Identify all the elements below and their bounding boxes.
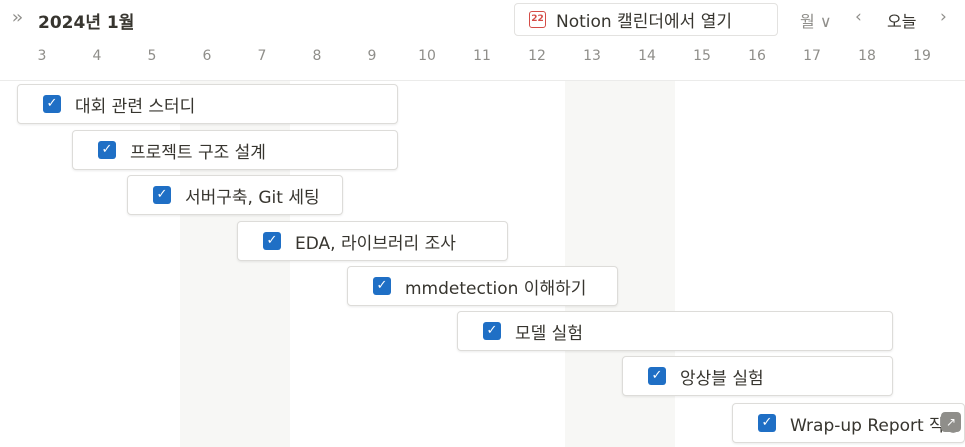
task-title: 대회 관련 스터디 [75, 96, 196, 117]
checkmark-icon[interactable]: ✓ [43, 95, 61, 113]
day-label: 5 [147, 48, 157, 64]
day-label: 6 [202, 48, 212, 64]
open-in-calendar-button[interactable]: 22 Notion 캘린더에서 열기 [514, 3, 778, 36]
task-title: 모델 실험 [515, 323, 583, 344]
timeline-task[interactable]: ✓ Wrap-up Report 작성 [732, 403, 965, 443]
checkmark-icon[interactable]: ✓ [373, 277, 391, 295]
checkmark-icon[interactable]: ✓ [153, 186, 171, 204]
checkmark-icon[interactable]: ✓ [263, 232, 281, 250]
day-label: 14 [638, 48, 656, 64]
double-chevron-right-icon[interactable]: ›› [5, 7, 27, 31]
chevron-left-icon[interactable]: ‹ [855, 7, 862, 27]
day-label: 16 [748, 48, 766, 64]
timeline-task[interactable]: ✓ EDA, 라이브러리 조사 [237, 221, 508, 261]
open-in-calendar-label: Notion 캘린더에서 열기 [556, 12, 732, 32]
day-label: 19 [913, 48, 931, 64]
task-title: mmdetection 이해하기 [405, 278, 587, 299]
day-label: 10 [418, 48, 436, 64]
day-label: 7 [257, 48, 267, 64]
day-label: 4 [92, 48, 102, 64]
timeline-task[interactable]: ✓ 서버구축, Git 세팅 [127, 175, 343, 215]
task-title: 서버구축, Git 세팅 [185, 187, 320, 208]
day-label: 12 [528, 48, 546, 64]
view-mode-label: 월 [800, 12, 815, 31]
chevron-down-icon: ∨ [819, 12, 832, 31]
task-title: 프로젝트 구조 설계 [130, 142, 266, 163]
view-mode-select[interactable]: 월 ∨ [800, 8, 832, 32]
checkmark-icon[interactable]: ✓ [483, 322, 501, 340]
task-title: Wrap-up Report 작성 [790, 415, 961, 436]
today-button[interactable]: 오늘 [887, 8, 916, 32]
day-label: 17 [803, 48, 821, 64]
open-page-icon[interactable]: ↗ [941, 412, 961, 432]
chevron-right-icon[interactable]: › [940, 7, 947, 27]
day-label: 15 [693, 48, 711, 64]
task-title: EDA, 라이브러리 조사 [295, 233, 456, 254]
checkmark-icon[interactable]: ✓ [648, 367, 666, 385]
calendar-22-icon: 22 [529, 11, 546, 28]
day-label: 9 [367, 48, 377, 64]
month-title: 2024년 1월 [38, 13, 135, 33]
checkmark-icon[interactable]: ✓ [758, 414, 776, 432]
header-divider [0, 80, 965, 81]
checkmark-icon[interactable]: ✓ [98, 141, 116, 159]
timeline-task[interactable]: ✓ 모델 실험 [457, 311, 893, 351]
calendar-header: ›› 2024년 1월 22 Notion 캘린더에서 열기 월 ∨ ‹ 오늘 … [0, 0, 965, 40]
task-title: 앙상블 실험 [680, 368, 764, 389]
day-label: 8 [312, 48, 322, 64]
timeline-task[interactable]: ✓ 대회 관련 스터디 [17, 84, 398, 124]
day-label: 18 [858, 48, 876, 64]
timeline-task[interactable]: ✓ mmdetection 이해하기 [347, 266, 618, 306]
timeline-task[interactable]: ✓ 프로젝트 구조 설계 [72, 130, 398, 170]
day-label: 11 [473, 48, 491, 64]
day-label: 13 [583, 48, 601, 64]
timeline-task[interactable]: ✓ 앙상블 실험 [622, 356, 893, 396]
day-label: 3 [37, 48, 47, 64]
